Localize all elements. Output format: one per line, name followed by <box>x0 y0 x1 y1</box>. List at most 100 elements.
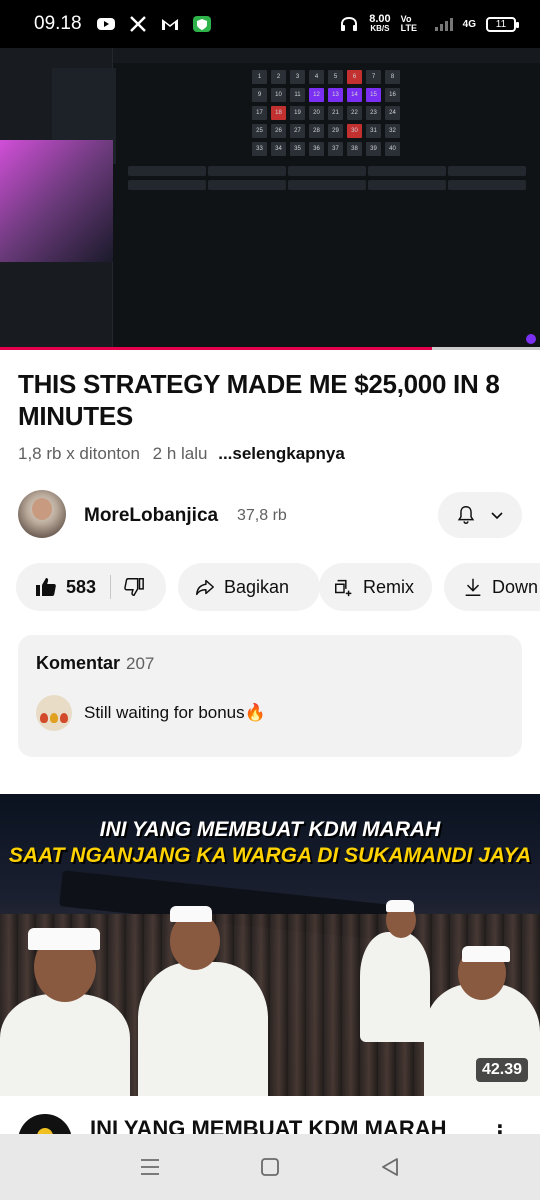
grid-number-cell: 17 <box>252 106 267 120</box>
grid-number-cell: 37 <box>328 142 343 156</box>
video-duration-badge: 42.39 <box>475 1058 528 1082</box>
thumbnail-figure-cap <box>170 906 212 922</box>
next-video-thumbnail[interactable]: INI YANG MEMBUAT KDM MARAH SAAT NGANJANG… <box>0 794 540 1096</box>
share-icon <box>196 579 214 596</box>
recents-button[interactable] <box>130 1147 170 1187</box>
download-button[interactable]: Down <box>444 563 540 611</box>
next-channel-avatar[interactable] <box>18 1114 72 1134</box>
volte-indicator: Vo LTE <box>400 14 417 33</box>
grid-number-cell: 30 <box>347 124 362 138</box>
grid-number-cell: 38 <box>347 142 362 156</box>
player-content-rows <box>128 166 528 192</box>
bell-icon <box>457 506 475 524</box>
grid-number-cell: 31 <box>366 124 381 138</box>
video-progress-bar[interactable] <box>0 347 540 350</box>
system-nav-bar <box>0 1134 540 1200</box>
back-button[interactable] <box>370 1147 410 1187</box>
status-time: 09.18 <box>34 13 82 34</box>
video-title[interactable]: THIS STRATEGY MADE ME $25,000 IN 8 MINUT… <box>18 368 528 432</box>
grid-number-cell: 23 <box>366 106 381 120</box>
grid-number-cell: 36 <box>309 142 324 156</box>
grid-number-cell: 10 <box>271 88 286 102</box>
comments-label: Komentar <box>36 653 121 673</box>
more-options-icon[interactable]: ⋮ <box>490 1120 510 1134</box>
shield-app-icon <box>192 16 211 32</box>
video-meta[interactable]: 1,8 rb x ditonton 2 h lalu ...selengkapn… <box>18 444 345 464</box>
system-indicators: 8.00 KB/S Vo LTE 4G 11 <box>339 13 519 34</box>
chip-divider <box>110 575 112 599</box>
commenter-avatar <box>36 695 72 731</box>
grid-number-cell: 20 <box>309 106 324 120</box>
grid-number-cell: 29 <box>328 124 343 138</box>
like-icon[interactable] <box>34 575 58 599</box>
comments-panel[interactable]: Komentar 207 Still waiting for bonus🔥 <box>18 635 522 757</box>
grid-number-cell: 21 <box>328 106 343 120</box>
share-label: Bagikan <box>224 576 290 597</box>
action-chips: 583 Bagikan Remix Down <box>16 563 540 611</box>
grid-number-cell: 12 <box>309 88 324 102</box>
subscriber-count: 37,8 rb <box>237 507 287 524</box>
dislike-icon[interactable] <box>123 576 145 598</box>
network-speed: 8.00 KB/S <box>369 13 391 34</box>
comments-header: Komentar 207 <box>36 653 154 674</box>
grid-number-cell: 35 <box>290 142 305 156</box>
grid-number-cell: 39 <box>366 142 381 156</box>
next-video-title[interactable]: INI YANG MEMBUAT KDM MARAH <box>90 1116 446 1134</box>
remix-icon <box>335 579 352 597</box>
channel-avatar[interactable] <box>18 490 66 538</box>
notification-bell-button[interactable] <box>438 492 522 538</box>
grid-number-cell: 4 <box>309 70 324 84</box>
next-video-meta[interactable]: INI YANG MEMBUAT KDM MARAH ⋮ <box>0 1096 540 1134</box>
recents-icon <box>141 1159 159 1175</box>
remix-button[interactable]: Remix <box>319 563 432 611</box>
back-icon <box>382 1158 398 1176</box>
grid-number-cell: 16 <box>385 88 400 102</box>
grid-number-cell: 19 <box>290 106 305 120</box>
grid-number-cell: 25 <box>252 124 267 138</box>
grid-number-cell: 24 <box>385 106 400 120</box>
top-comment-text: Still waiting for bonus🔥 <box>84 703 266 722</box>
grid-number-cell: 22 <box>347 106 362 120</box>
download-icon <box>465 578 481 596</box>
streamer-webcam <box>0 140 113 262</box>
gmail-icon <box>161 19 178 30</box>
battery-icon: 11 <box>486 16 519 32</box>
comments-count: 207 <box>126 654 155 673</box>
chevron-down-icon <box>491 512 503 520</box>
download-label: Down <box>492 576 539 597</box>
grid-number-cell: 11 <box>290 88 305 102</box>
remix-label: Remix <box>363 576 415 597</box>
thumbnail-figure <box>360 932 430 1042</box>
x-icon <box>129 16 146 32</box>
signal-icon <box>434 18 453 31</box>
grid-number-cell: 5 <box>328 70 343 84</box>
grid-number-cell: 26 <box>271 124 286 138</box>
grid-number-cell: 3 <box>290 70 305 84</box>
home-button[interactable] <box>250 1147 290 1187</box>
notification-icons <box>96 16 212 32</box>
thumbnail-figure-cap <box>28 928 100 950</box>
grid-number-cell: 9 <box>252 88 267 102</box>
grid-number-cell: 15 <box>366 88 381 102</box>
channel-name[interactable]: MoreLobanjica <box>84 505 218 527</box>
grid-number-cell: 8 <box>385 70 400 84</box>
grid-number-cell: 6 <box>347 70 362 84</box>
grid-number-cell: 40 <box>385 142 400 156</box>
video-player[interactable]: 1 2 3 4 5 6 7 8 9 10 11 12 13 14 15 16 17 18 19 20 21 22 23 24 2… <box>0 48 540 350</box>
show-more-link[interactable]: ...selengkapnya <box>218 444 345 463</box>
grid-number-cell: 2 <box>271 70 286 84</box>
grid-number-cell: 13 <box>328 88 343 102</box>
thumbnail-figure-cap <box>386 900 414 912</box>
share-button[interactable]: Bagikan <box>178 563 320 611</box>
thumbnail-figure <box>138 962 268 1096</box>
grid-number-cell: 14 <box>347 88 362 102</box>
grid-number-cell: 18 <box>271 106 286 120</box>
thumbnail-figure-cap <box>462 946 510 962</box>
view-count: 1,8 rb x ditonton <box>18 444 140 463</box>
like-count[interactable]: 583 <box>66 577 96 598</box>
grid-number-cell: 28 <box>309 124 324 138</box>
thumbnail-caption-line2: SAAT NGANJANG KA WARGA DI SUKAMANDI JAYA <box>8 844 532 867</box>
video-progress-fill <box>0 347 432 350</box>
youtube-icon <box>96 18 115 30</box>
headphones-icon <box>341 16 358 31</box>
